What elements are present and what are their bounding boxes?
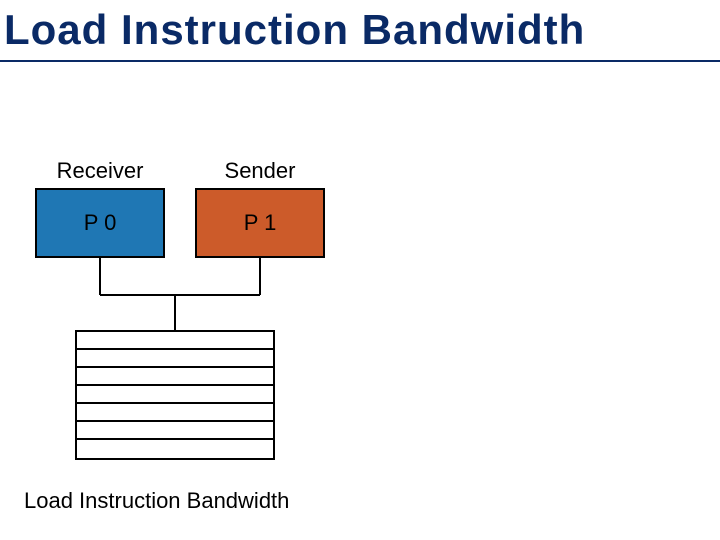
processor-p0-label: P 0 <box>84 210 117 236</box>
table-row <box>77 386 273 404</box>
table-row <box>77 368 273 386</box>
table-row <box>77 404 273 422</box>
receiver-label: Receiver <box>35 158 165 184</box>
processor-p1: P 1 <box>195 188 325 258</box>
table-row <box>77 422 273 440</box>
processor-p0: P 0 <box>35 188 165 258</box>
caption: Load Instruction Bandwidth <box>24 488 289 514</box>
table-row <box>77 440 273 458</box>
memory-table <box>75 330 275 460</box>
sender-label: Sender <box>195 158 325 184</box>
table-row <box>77 350 273 368</box>
processor-p1-label: P 1 <box>244 210 277 236</box>
table-row <box>77 332 273 350</box>
page-title: Load Instruction Bandwidth <box>4 6 585 54</box>
title-underline <box>0 60 720 62</box>
